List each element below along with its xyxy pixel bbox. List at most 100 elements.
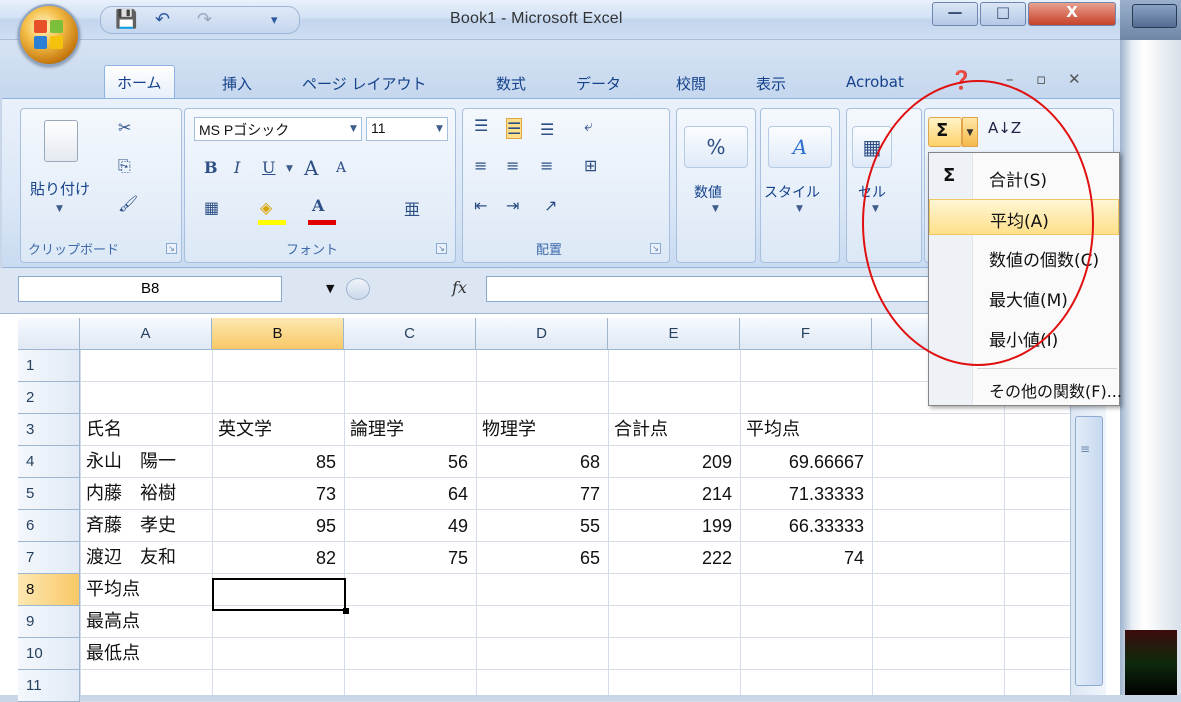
select-all-corner[interactable] [18,318,80,350]
cell-f11[interactable] [746,670,872,702]
format-painter-icon[interactable]: 🖌 [118,194,138,213]
cell-a5[interactable]: 内藤 裕樹 [86,478,212,510]
underline-dropdown-icon[interactable]: ▼ [286,164,293,174]
cell-d11[interactable] [482,670,608,702]
active-cell-b8[interactable] [212,578,349,614]
cell-c6[interactable]: 49 [344,510,468,542]
name-box-dropdown-icon[interactable]: ▼ [326,282,334,295]
cell-c3[interactable]: 論理学 [350,414,476,446]
tab-data[interactable]: データ [576,73,621,94]
cell-e7[interactable]: 222 [608,542,732,574]
office-button[interactable] [18,4,80,66]
cell-e8[interactable] [614,574,740,606]
underline-button[interactable]: U [262,158,275,177]
ribbon-close-icon[interactable]: ✕ [1068,70,1081,88]
row-header-5[interactable]: 5 [18,478,80,510]
cell-d1[interactable] [482,350,608,382]
maximize-button[interactable]: □ [980,2,1026,26]
cell-d10[interactable] [482,638,608,670]
ribbon-restore-icon[interactable]: ▫ [1036,70,1046,88]
align-top-icon[interactable]: ☰ [474,116,488,135]
align-middle-icon[interactable]: ☰ [506,118,523,139]
column-header-d[interactable]: D [476,318,608,350]
orientation-icon[interactable]: ↗ [544,196,557,215]
font-name-combo[interactable]: MS Pゴシック [194,117,362,141]
cell-b5[interactable]: 73 [212,478,336,510]
cell-a8[interactable]: 平均点 [86,574,212,606]
cell-c5[interactable]: 64 [344,478,468,510]
italic-button[interactable]: I [234,158,240,177]
tab-review[interactable]: 校閲 [676,73,706,94]
cell-c2[interactable] [350,382,476,414]
tab-home[interactable]: ホーム [104,65,175,99]
wrap-text-icon[interactable]: ⤶ [584,116,593,136]
decrease-indent-icon[interactable]: ⇤ [474,196,487,215]
copy-icon[interactable]: ⎘ [118,156,131,176]
cell-d9[interactable] [482,606,608,638]
style-button[interactable]: A [768,126,832,168]
cell-c11[interactable] [350,670,476,702]
row-header-9[interactable]: 9 [18,606,80,638]
cell-f8[interactable] [746,574,872,606]
cell-a9[interactable]: 最高点 [86,606,212,638]
redo-icon[interactable]: ↷ [197,9,212,30]
tab-acrobat[interactable]: Acrobat [846,73,904,91]
cell-b11[interactable] [218,670,344,702]
merge-center-icon[interactable]: ⊞ [584,156,597,175]
cell-e6[interactable]: 199 [608,510,732,542]
cell-a2[interactable] [86,382,212,414]
cell-a6[interactable]: 斉藤 孝史 [86,510,212,542]
bold-button[interactable]: B [204,158,218,177]
column-header-a[interactable]: A [80,318,212,350]
cell-f7[interactable]: 74 [740,542,864,574]
row-header-7[interactable]: 7 [18,542,80,574]
tab-insert[interactable]: 挿入 [222,73,252,94]
row-header-11[interactable]: 11 [18,670,80,702]
name-box[interactable]: B8 [18,276,282,302]
cell-d3[interactable]: 物理学 [482,414,608,446]
cell-f5[interactable]: 71.33333 [740,478,864,510]
cell-f2[interactable] [746,382,872,414]
cell-a4[interactable]: 永山 陽一 [86,446,212,478]
cell-d7[interactable]: 65 [476,542,600,574]
percent-button[interactable]: % [684,126,748,168]
minimize-button[interactable]: — [932,2,978,26]
shrink-font-button[interactable]: A [336,160,346,176]
row-header-10[interactable]: 10 [18,638,80,670]
customize-qat-icon[interactable]: ▾ [271,13,278,28]
font-size-dropdown-icon[interactable]: ▼ [436,124,443,134]
borders-icon[interactable]: ▦ [204,198,219,217]
row-header-6[interactable]: 6 [18,510,80,542]
cell-c10[interactable] [350,638,476,670]
alignment-launcher-icon[interactable]: ↘ [650,243,661,254]
tab-formulas[interactable]: 数式 [496,73,526,94]
cell-a1[interactable] [86,350,212,382]
grow-font-button[interactable]: A [304,156,318,180]
cell-c9[interactable] [350,606,476,638]
cell-a3[interactable]: 氏名 [86,414,212,446]
cell-e3[interactable]: 合計点 [614,414,740,446]
align-left-icon[interactable]: ≡ [474,156,487,175]
cell-e5[interactable]: 214 [608,478,732,510]
cell-b10[interactable] [218,638,344,670]
align-right-icon[interactable]: ≡ [540,156,553,175]
tab-view[interactable]: 表示 [756,73,786,94]
cell-e9[interactable] [614,606,740,638]
cell-c4[interactable]: 56 [344,446,468,478]
tab-page-layout[interactable]: ページ レイアウト [302,73,426,94]
font-launcher-icon[interactable]: ↘ [436,243,447,254]
phonetic-icon[interactable]: 亜 [404,196,420,220]
cell-a11[interactable] [86,670,212,702]
column-header-e[interactable]: E [608,318,740,350]
cell-a10[interactable]: 最低点 [86,638,212,670]
row-header-8[interactable]: 8 [18,574,80,606]
cut-icon[interactable]: ✂ [118,118,131,137]
row-header-3[interactable]: 3 [18,414,80,446]
cell-c7[interactable]: 75 [344,542,468,574]
align-center-icon[interactable]: ≡ [506,156,519,175]
cell-a7[interactable]: 渡辺 友和 [86,542,212,574]
cell-b4[interactable]: 85 [212,446,336,478]
cell-d4[interactable]: 68 [476,446,600,478]
close-button[interactable]: X [1028,2,1116,26]
cell-e4[interactable]: 209 [608,446,732,478]
